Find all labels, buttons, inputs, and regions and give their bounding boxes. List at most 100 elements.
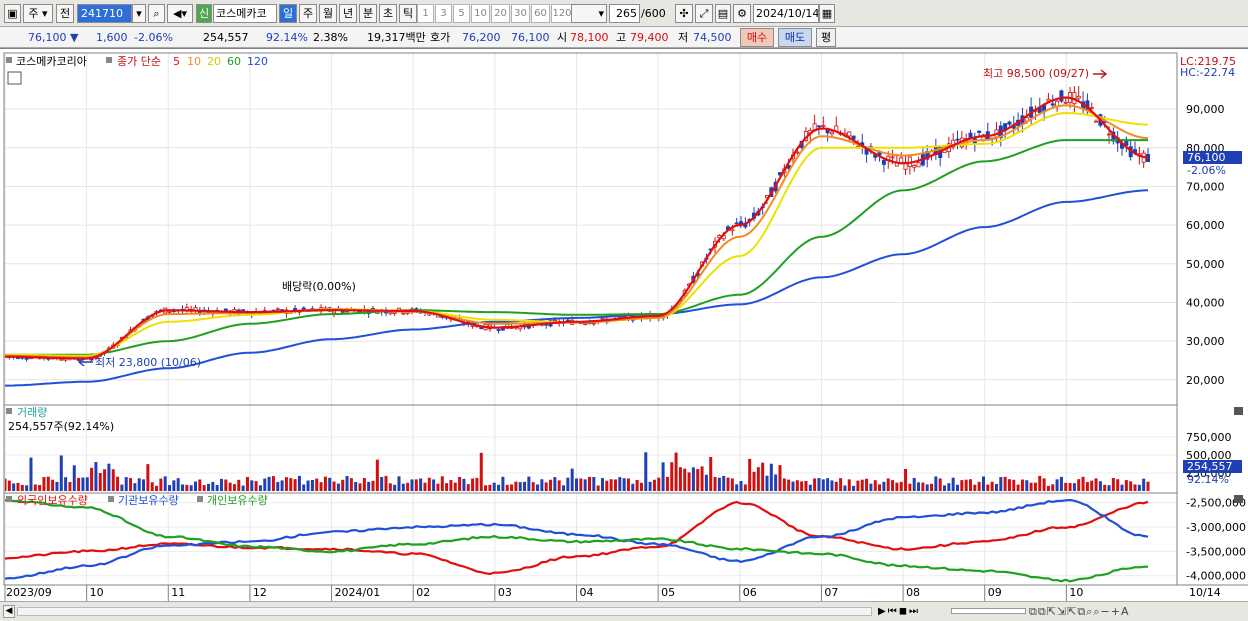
tab-period-5[interactable]: 초 [379,4,397,23]
price-tick-label: 30,000 [1186,335,1225,348]
code-dropdown-icon[interactable]: ▾ [132,4,146,23]
volume-bar [895,482,899,491]
count-input[interactable]: 265 [609,4,640,23]
interval-button-7[interactable]: 120 [551,4,573,23]
volume-bar [566,477,570,491]
volume-bar [172,480,176,491]
volume-bar [618,477,622,491]
gear-icon[interactable]: ⚙ [733,4,751,23]
calendar-icon[interactable]: ▦ [819,4,835,23]
volume-bar [549,479,553,491]
interval-button-1[interactable]: 3 [435,4,452,23]
code-input[interactable]: 241710 [77,4,132,23]
volume-bar [258,485,262,491]
period-select[interactable]: 주 ▾ [23,4,53,23]
table-icon[interactable] [7,71,22,85]
volume-bar [527,476,531,491]
volume-bar [605,480,609,491]
volume-bar [687,472,691,491]
volume-bar [791,481,795,491]
volume-bar [432,479,436,491]
volume-bar [462,478,466,491]
volume-bar [717,477,721,491]
high-arrow [1093,69,1108,79]
volume-bar [1038,475,1042,491]
volume-bar [1007,479,1011,491]
stock-name[interactable]: 코스메카코 [213,4,277,23]
volume-bar [77,477,81,491]
tab-period-1[interactable]: 주 [299,4,317,23]
price-tick-label: 40,000 [1186,296,1225,309]
volume-bar [938,478,942,491]
volume-bar [328,477,332,491]
close-icon[interactable] [1234,495,1243,503]
playback-controls[interactable]: ▶⏮◼⏭ [878,605,948,619]
scroll-left-icon[interactable]: ◀ [3,605,15,618]
volume-bar [267,476,271,491]
volume-bar [232,484,236,491]
volume-bar [943,485,947,491]
volume-value: 254,557 [203,31,249,44]
crosshair-icon[interactable]: ✣ [675,4,693,23]
x-tick-label: 05 [661,586,675,599]
volume-bar [921,482,925,491]
stock-chart[interactable]: 90,00080,00070,00060,00050,00040,00030,0… [0,49,1248,602]
search-icon[interactable]: ⌕ [148,4,165,23]
speaker-icon[interactable]: ◀▾ [167,4,193,23]
volume-bar [94,462,98,491]
draw-tool-icon[interactable]: ⤢ [695,4,713,23]
candle-body [881,159,886,165]
chart-area: 90,000 80,000 70,000 60,000 50,000 40,000 30,0… [0,48,1248,602]
volume-bar [276,482,280,491]
interval-button-0[interactable]: 1 [417,4,434,23]
candle-body [552,319,557,322]
volume-bar [930,483,934,491]
buy-button[interactable]: 매수 [740,28,774,47]
volume-bar [142,479,146,491]
volume-bar [696,469,700,491]
tab-period-4[interactable]: 분 [359,4,377,23]
zoom-tools[interactable]: ⧉⧉⇱⇲⇱⧉⌕⌕−+A [1029,604,1244,620]
volume-bar [575,478,578,491]
volume-bar [968,479,972,491]
tab-period-0[interactable]: 일 [279,4,297,23]
volume-bar [613,479,617,491]
current-price: 76,100 ▼ [28,31,79,44]
volume-tag-value: 254,557 [1187,460,1233,473]
volume-bar [917,482,921,491]
eval-button[interactable]: 평 [816,28,836,47]
prev-button[interactable]: 전 [56,4,74,23]
date-input[interactable]: 2024/10/14 [753,4,819,23]
close-icon[interactable] [1234,407,1243,415]
layout-icon[interactable]: ▣ [4,4,21,23]
interval-button-5[interactable]: 30 [511,4,530,23]
interval-button-6[interactable]: 60 [531,4,550,23]
scrollbar-track[interactable] [17,607,872,616]
tab-period-6[interactable]: 틱 [399,4,417,23]
ma5-legend: 5 [173,55,180,68]
volume-bar [782,478,786,491]
tab-period-2[interactable]: 월 [319,4,337,23]
candle-body [388,311,393,315]
save-icon[interactable]: ▤ [715,4,731,23]
volume-bar [562,485,566,491]
sell-button[interactable]: 매도 [778,28,812,47]
volume-bar [237,479,241,491]
price-tick-label: 70,000 [1186,180,1225,193]
volume-bar [1046,485,1050,491]
interval-select[interactable]: ▾ [571,4,607,23]
volume-bar [146,464,150,491]
interval-button-4[interactable]: 20 [491,4,510,23]
volume-bar [453,482,457,491]
x-tick-label: 10/14 [1189,586,1221,599]
interval-button-3[interactable]: 10 [471,4,490,23]
volume-bar [367,481,371,491]
interval-button-2[interactable]: 5 [453,4,470,23]
zoom-slider[interactable] [951,608,1026,614]
volume-bar [579,478,583,491]
tab-period-3[interactable]: 년 [339,4,357,23]
volume-bar [484,485,488,491]
x-tick-label: 2024/01 [335,586,381,599]
volume-bar [1064,482,1068,491]
volume-bar [284,477,288,491]
